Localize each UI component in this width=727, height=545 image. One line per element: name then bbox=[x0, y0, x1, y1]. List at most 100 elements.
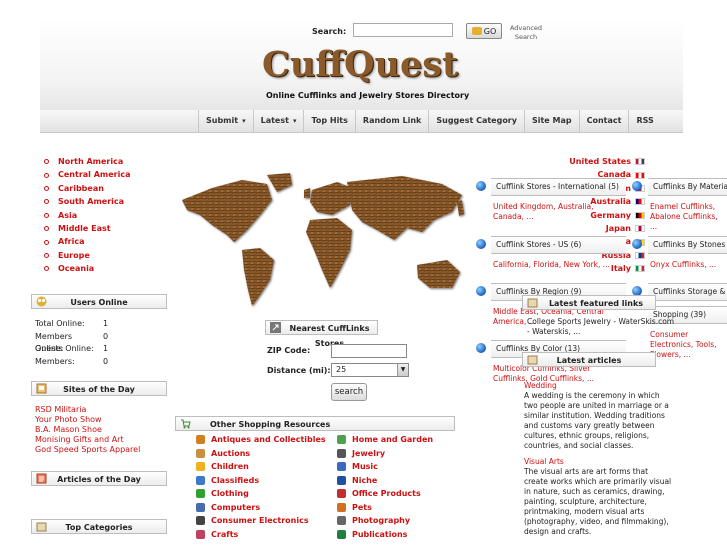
shopping-category-link[interactable]: Publications bbox=[337, 529, 467, 540]
bullet-icon bbox=[44, 266, 49, 272]
globe-icon bbox=[632, 239, 642, 249]
region-link[interactable]: Asia bbox=[44, 209, 174, 222]
site-of-day-link[interactable]: B.A. Mason Shoe bbox=[35, 425, 175, 435]
category-sublinks[interactable]: California, Florida, New York, ... bbox=[493, 260, 623, 270]
nav-item-6[interactable]: Contact bbox=[578, 110, 629, 132]
bullet-icon bbox=[44, 252, 49, 258]
region-link[interactable]: Oceania bbox=[44, 262, 174, 275]
category-title[interactable]: Cufflinks By Material bbox=[648, 178, 727, 196]
bullet-icon bbox=[44, 172, 49, 178]
bullet-icon bbox=[44, 159, 49, 165]
nav-item-0[interactable]: Submit ▾ bbox=[198, 110, 253, 132]
globe-icon bbox=[476, 239, 486, 249]
category-sublinks[interactable]: United Kingdom, Australia, Canada, ... bbox=[493, 202, 623, 222]
flag-icon bbox=[635, 158, 645, 166]
category-sublinks[interactable]: Enamel Cufflinks, Abalone Cufflinks, ... bbox=[650, 202, 727, 232]
search-input[interactable] bbox=[353, 23, 453, 37]
shopping-category-label: Auctions bbox=[211, 448, 251, 458]
chevron-down-icon: ▾ bbox=[242, 117, 246, 125]
nav-item-5[interactable]: Site Map bbox=[523, 110, 579, 132]
shopping-resources-header: Other Shopping Resources bbox=[175, 416, 455, 431]
nav-item-4[interactable]: Suggest Category bbox=[428, 110, 524, 132]
shopping-category-link[interactable]: Consumer Electronics bbox=[196, 516, 326, 526]
sites-of-day-title: Sites of the Day bbox=[63, 385, 135, 394]
store-search-button[interactable]: search bbox=[331, 383, 367, 401]
bullet-icon bbox=[44, 239, 49, 245]
region-label: Central America bbox=[58, 170, 131, 180]
region-label: Europe bbox=[58, 250, 90, 260]
category-icon bbox=[196, 475, 205, 485]
article-body: The visual arts are art forms that creat… bbox=[524, 467, 672, 536]
category-icon bbox=[196, 529, 205, 539]
region-label: Middle East bbox=[58, 223, 111, 233]
article-title-link[interactable]: Wedding bbox=[524, 381, 674, 391]
map-north-america bbox=[182, 180, 272, 242]
category-icon bbox=[337, 516, 346, 525]
shopping-category-link[interactable]: Computers bbox=[196, 502, 326, 513]
country-link[interactable]: Japan bbox=[540, 222, 645, 235]
shopping-category-link[interactable]: Clothing bbox=[196, 489, 326, 499]
nav-item-label: Site Map bbox=[531, 116, 572, 125]
advanced-search-link[interactable]: Advanced Search bbox=[508, 24, 544, 42]
region-link[interactable]: Caribbean bbox=[44, 182, 174, 195]
zip-input[interactable] bbox=[331, 344, 407, 358]
shopping-category-link[interactable]: Classifieds bbox=[196, 475, 326, 486]
top-categories-header: Top Categories bbox=[31, 519, 167, 534]
nav-item-2[interactable]: Top Hits bbox=[303, 110, 354, 132]
site-logo[interactable]: CuffQuest bbox=[262, 46, 458, 84]
nav-item-1[interactable]: Latest ▾ bbox=[252, 110, 304, 132]
shopping-category-link[interactable]: Pets bbox=[337, 502, 467, 513]
region-link[interactable]: Middle East bbox=[44, 222, 174, 235]
article-body: A wedding is the ceremony in which two p… bbox=[524, 391, 669, 450]
site-of-day-link[interactable]: Monising Gifts and Art bbox=[35, 435, 175, 445]
category-icon bbox=[337, 475, 346, 485]
shopping-category-link[interactable]: Office Products bbox=[337, 489, 467, 499]
region-label: South America bbox=[58, 197, 125, 207]
region-link[interactable]: Africa bbox=[44, 235, 174, 248]
region-link[interactable]: Europe bbox=[44, 249, 174, 262]
nav-item-label: Suggest Category bbox=[436, 116, 517, 125]
shopping-category-link[interactable]: Niche bbox=[337, 475, 467, 486]
category-title[interactable]: Cufflink Stores - International (5) bbox=[491, 178, 626, 196]
site-of-day-link[interactable]: God Speed Sports Apparel bbox=[35, 445, 175, 455]
shopping-category-link[interactable]: Music bbox=[337, 462, 467, 472]
region-link[interactable]: South America bbox=[44, 195, 174, 208]
world-map[interactable] bbox=[172, 170, 472, 310]
shopping-category-link[interactable]: Crafts bbox=[196, 529, 326, 540]
nav-menu: Submit ▾ Latest ▾ Top Hits Random Link Suggest… bbox=[198, 110, 661, 132]
go-button[interactable]: GO bbox=[466, 23, 502, 39]
bullet-icon bbox=[44, 212, 49, 218]
country-label: Japan bbox=[605, 223, 631, 233]
site-of-day-link[interactable]: Your Photo Show bbox=[35, 415, 175, 425]
distance-select[interactable]: 25 ▼ bbox=[331, 363, 409, 377]
shopping-category-link[interactable]: Home and Garden bbox=[337, 435, 467, 445]
user-stat-row: Members Online: 0 bbox=[35, 331, 165, 354]
shopping-category-link[interactable]: Children bbox=[196, 462, 326, 472]
featured-links-text[interactable]: College Sports Jewelry - WaterSkis.com -… bbox=[527, 317, 677, 337]
category-title[interactable]: Cufflinks Storage & ... bbox=[648, 283, 727, 301]
site-of-day-link[interactable]: RSD Militaria bbox=[35, 405, 175, 415]
category-title[interactable]: Cufflink Stores - US (6) bbox=[491, 236, 626, 254]
articles-of-day-header: Articles of the Day bbox=[31, 471, 167, 486]
region-link[interactable]: North America bbox=[44, 155, 174, 168]
globe-icon bbox=[476, 286, 486, 296]
sites-of-day-header: Sites of the Day bbox=[31, 381, 167, 396]
article-title-link[interactable]: Visual Arts bbox=[524, 457, 674, 467]
category-title[interactable]: Cufflinks By Stones bbox=[648, 236, 727, 254]
globe-icon bbox=[476, 343, 486, 353]
nav-item-7[interactable]: RSS bbox=[628, 110, 660, 132]
country-link[interactable]: United States bbox=[540, 155, 645, 168]
shopping-col-left: Antiques and Collectibles Auctions Childre… bbox=[196, 435, 326, 543]
region-link[interactable]: Central America bbox=[44, 168, 174, 181]
nav-item-label: Top Hits bbox=[311, 116, 348, 125]
category-icon bbox=[196, 516, 205, 525]
shopping-category-link[interactable]: Antiques and Collectibles bbox=[196, 435, 326, 445]
category-sublinks[interactable]: Onyx Cufflinks, ... bbox=[650, 260, 727, 270]
shopping-category-label: Jewelry bbox=[352, 448, 386, 458]
shopping-category-link[interactable]: Auctions bbox=[196, 448, 326, 459]
nav-item-3[interactable]: Random Link bbox=[354, 110, 428, 132]
shopping-category-link[interactable]: Photography bbox=[337, 516, 467, 526]
latest-articles-header: Latest articles bbox=[522, 352, 656, 367]
users-online-title: Users Online bbox=[70, 298, 128, 307]
shopping-category-link[interactable]: Jewelry bbox=[337, 448, 467, 459]
